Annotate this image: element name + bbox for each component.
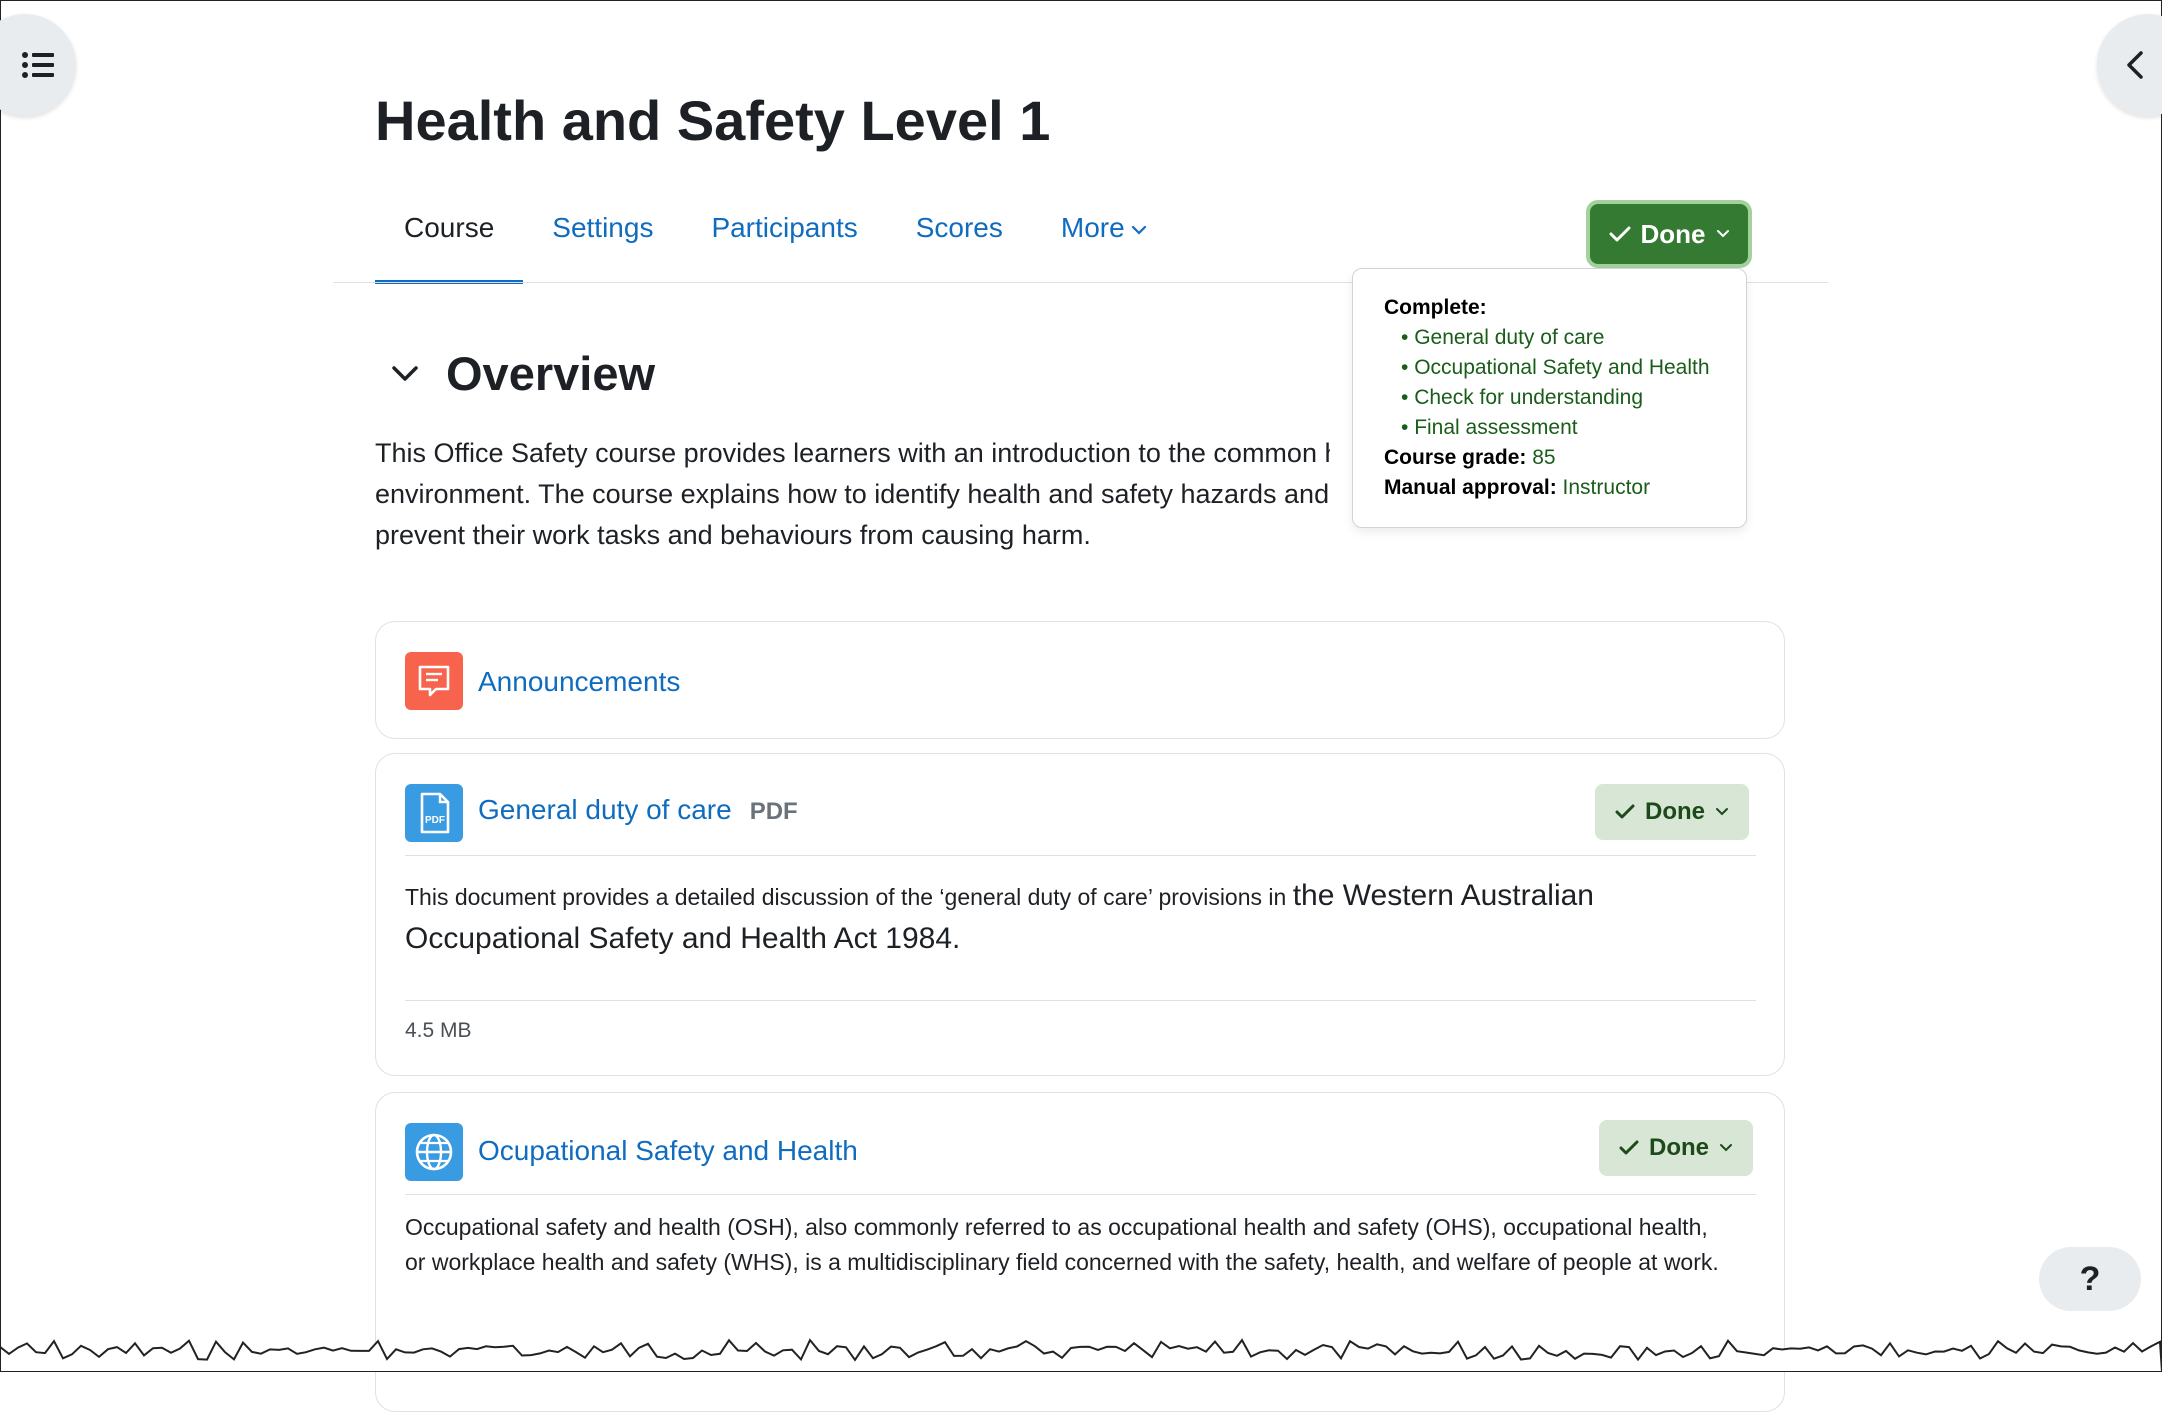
activity-announcements: Announcements (375, 621, 1785, 739)
forum-icon (405, 652, 463, 710)
tab-scores[interactable]: Scores (887, 200, 1032, 282)
list-item-label: General duty of care (1414, 326, 1605, 349)
activity-completion-label: Done (1645, 798, 1705, 825)
card-divider (405, 1194, 1756, 1195)
list-item: General duty of care (1401, 323, 1746, 353)
tab-more-label: More (1060, 212, 1125, 243)
activity-link[interactable]: Announcements (478, 666, 680, 698)
secondary-navigation: Course Settings Participants Scores More (375, 200, 1176, 284)
activity-description: This document provides a detailed discus… (405, 874, 1734, 960)
list-item: Check for understanding (1401, 383, 1746, 413)
card-divider (405, 1000, 1756, 1001)
svg-text:PDF: PDF (425, 815, 445, 826)
page-title: Health and Safety Level 1 (375, 89, 1051, 152)
chevron-down-icon (1716, 230, 1729, 238)
tab-participants-label: Participants (711, 212, 858, 243)
list-icon (22, 52, 54, 78)
torn-edge (0, 1338, 2162, 1372)
chevron-down-icon[interactable] (390, 364, 420, 384)
activity-description: Occupational safety and health (OSH), al… (405, 1214, 1719, 1275)
completion-popover: Complete: General duty of care Occupatio… (1352, 268, 1747, 528)
section-title: Overview (446, 347, 656, 400)
list-item: Final assessment (1401, 413, 1746, 443)
help-button[interactable]: ? (2039, 1247, 2141, 1311)
activity-description-text: This document provides a detailed discus… (405, 884, 1287, 910)
file-type-badge: PDF (749, 798, 798, 825)
activity-completion-label: Done (1649, 1134, 1709, 1161)
list-item-label: Final assessment (1414, 416, 1578, 439)
list-item-label: Check for understanding (1414, 386, 1643, 409)
complete-heading: Complete: (1384, 296, 1487, 319)
tab-scores-label: Scores (915, 212, 1003, 243)
help-label: ? (2079, 1259, 2101, 1298)
list-item-label: Occupational Safety and Health (1414, 356, 1710, 379)
manual-approval-label: Manual approval: (1384, 476, 1557, 499)
check-icon (1619, 1140, 1639, 1155)
section-summary: This Office Safety course provides learn… (375, 433, 1330, 556)
course-grade-row: Course grade: 85 (1384, 443, 1746, 473)
chevron-down-icon (1716, 808, 1728, 816)
tab-participants[interactable]: Participants (682, 200, 886, 282)
course-completion-button[interactable]: Done (1590, 204, 1748, 264)
globe-icon (405, 1123, 463, 1181)
section-summary-text: This Office Safety course provides learn… (375, 438, 1330, 550)
chevron-down-icon (1720, 1144, 1732, 1152)
course-grade-label: Course grade: (1384, 446, 1527, 469)
activity-completion-button[interactable]: Done (1595, 784, 1749, 840)
check-icon (1615, 804, 1635, 819)
file-size: 4.5 MB (405, 1019, 472, 1042)
completed-items-list: General duty of care Occupational Safety… (1384, 323, 1746, 443)
tab-settings-label: Settings (552, 212, 654, 243)
course-grade-value: 85 (1532, 446, 1556, 469)
activity-general-duty-of-care: PDF General duty of care PDF Done This d… (375, 753, 1785, 1076)
tab-settings[interactable]: Settings (523, 200, 682, 282)
activity-link[interactable]: Ocupational Safety and Health (478, 1135, 858, 1167)
section-header: Overview (390, 346, 655, 401)
manual-approval-value: Instructor (1562, 476, 1651, 499)
tab-course[interactable]: Course (375, 200, 524, 284)
tab-more[interactable]: More (1032, 200, 1176, 282)
tab-course-label: Course (404, 212, 495, 243)
card-divider (405, 855, 1756, 856)
check-icon (1609, 226, 1630, 242)
activity-completion-button[interactable]: Done (1599, 1120, 1753, 1176)
pdf-icon: PDF (405, 784, 463, 842)
chevron-down-icon (1131, 225, 1146, 235)
list-item: Occupational Safety and Health (1401, 353, 1746, 383)
course-completion-label: Done (1640, 218, 1706, 249)
activity-link[interactable]: General duty of care (478, 794, 732, 826)
manual-approval-row: Manual approval: Instructor (1384, 473, 1746, 503)
chevron-left-icon (2127, 51, 2143, 79)
activity-title-row: General duty of care PDF (478, 794, 798, 826)
